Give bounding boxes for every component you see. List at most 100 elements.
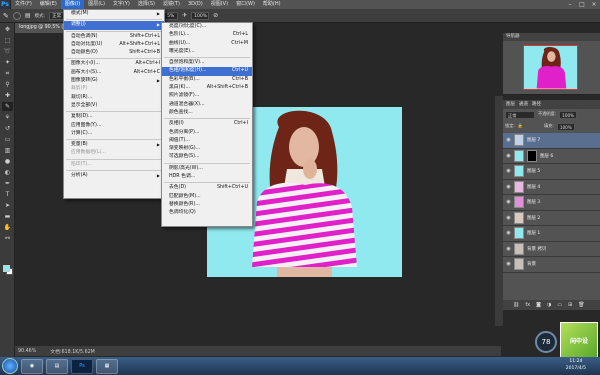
menu-item[interactable]: 自然饱和度(V)... (162, 59, 252, 67)
layer-name[interactable]: 图层 4 (527, 184, 540, 190)
eraser-tool-icon[interactable]: ▭ (2, 135, 13, 144)
layer-row[interactable]: ◉ 图层 6 (503, 149, 600, 164)
layer-name[interactable]: 图层 3 (527, 199, 540, 205)
taskbar-app-browser[interactable]: ◉ (21, 358, 43, 374)
airbrush-icon[interactable]: ✈ (182, 12, 187, 19)
shape-tool-icon[interactable]: ▬ (2, 212, 13, 221)
tab-channels[interactable]: 通道 (519, 100, 528, 109)
layer-thumbnail[interactable] (514, 227, 524, 240)
layer-fill-field[interactable]: 100% (556, 123, 575, 131)
history-brush-tool-icon[interactable]: ↺ (2, 124, 13, 133)
visibility-eye-icon[interactable]: ◉ (506, 153, 511, 159)
menu-item[interactable]: 显示全部(V) (64, 102, 164, 110)
menu-item[interactable]: 渐变映射(G)... (162, 145, 252, 153)
clone-stamp-tool-icon[interactable]: ⚘ (2, 113, 13, 122)
taskbar-app-explorer[interactable]: ▤ (46, 358, 68, 374)
menu-item[interactable]: 复制(D)... (64, 113, 164, 121)
tab-layers[interactable]: 图层 (506, 100, 515, 109)
menu-item[interactable]: 自动色调(N) Shift+Ctrl+L (64, 33, 164, 41)
navigator-tab[interactable]: 导航器 (503, 33, 600, 41)
visibility-eye-icon[interactable]: ◉ (506, 199, 511, 205)
menu-item[interactable]: 应用数据组(L)... (64, 149, 164, 157)
menu-5[interactable]: 选择(S) (134, 0, 159, 9)
menu-item[interactable]: 图像旋转(G) ▶ (64, 77, 164, 85)
layer-row[interactable]: ◉ 图层 7 (503, 133, 600, 149)
menu-item[interactable]: 去色(D) Shift+Ctrl+U (162, 184, 252, 192)
menu-item[interactable]: 画布大小(S)... Alt+Ctrl+C (64, 69, 164, 77)
menu-item[interactable]: 匹配颜色(M)... (162, 193, 252, 201)
zoom-level[interactable]: 90.46% (18, 349, 36, 354)
layer-name[interactable]: 图层 1 (527, 230, 540, 236)
menu-item[interactable]: HDR 色调... (162, 173, 252, 181)
menu-item[interactable]: 阈值(T)... (162, 137, 252, 145)
visibility-eye-icon[interactable]: ◉ (506, 246, 511, 252)
menu-item[interactable]: 色调均化(Q) (162, 209, 252, 217)
taskbar-app-other[interactable]: ▦ (96, 358, 118, 374)
layer-row[interactable]: ◉ 图层 5 (503, 164, 600, 180)
menu-4[interactable]: 文字(Y) (109, 0, 134, 9)
tab-paths[interactable]: 路径 (532, 100, 541, 109)
hand-tool-icon[interactable]: ✋ (2, 223, 13, 232)
menu-6[interactable]: 滤镜(T) (159, 0, 184, 9)
start-button[interactable] (2, 358, 18, 374)
layer-name[interactable]: 图层 5 (527, 168, 540, 174)
lock-icon[interactable]: 🔒 (518, 123, 523, 131)
menu-item[interactable]: 通道混合器(X)... (162, 101, 252, 109)
layer-row[interactable]: ◉ 背景 (503, 257, 600, 273)
menu-item[interactable]: 阴影/高光(W)... (162, 165, 252, 173)
type-tool-icon[interactable]: T (2, 190, 13, 199)
menu-item[interactable]: 颜色查找... (162, 109, 252, 117)
layer-thumbnail[interactable] (514, 211, 524, 224)
healing-brush-tool-icon[interactable]: ✚ (2, 91, 13, 100)
layer-style-icon[interactable]: fx (525, 302, 530, 308)
move-tool-icon[interactable]: ✥ (2, 25, 13, 34)
visibility-eye-icon[interactable]: ◉ (506, 230, 511, 236)
visibility-eye-icon[interactable]: ◉ (506, 184, 511, 190)
menu-item[interactable]: 曝光度(E)... (162, 48, 252, 56)
menu-item[interactable]: 模式(M) ▶ (64, 10, 164, 18)
crop-tool-icon[interactable]: ⌗ (2, 69, 13, 78)
menu-item[interactable]: 曲线(U)... Ctrl+M (162, 40, 252, 48)
menu-item[interactable]: 变量(B) ▶ (64, 141, 164, 149)
layer-thumbnail[interactable] (514, 196, 524, 209)
layer-row[interactable]: ◉ 背景 拷贝 (503, 242, 600, 257)
menu-item[interactable]: 色彩平衡(B)... Ctrl+B (162, 76, 252, 84)
menu-item[interactable]: 替换颜色(R)... (162, 201, 252, 209)
navigator-thumbnail[interactable] (523, 45, 578, 90)
menu-item[interactable]: 色阶(L)... Ctrl+L (162, 31, 252, 39)
smoothing-field[interactable]: 100% (191, 11, 210, 20)
menu-item[interactable]: 反相(I) Ctrl+I (162, 120, 252, 128)
menu-item[interactable]: 照片滤镜(F)... (162, 92, 252, 100)
layer-thumbnail[interactable] (514, 180, 524, 193)
layer-row[interactable]: ◉ 图层 2 (503, 211, 600, 226)
quick-select-tool-icon[interactable]: ✦ (2, 58, 13, 67)
zoom-tool-icon[interactable]: ⚯ (2, 234, 13, 243)
layer-thumbnail[interactable] (514, 242, 524, 255)
menu-item[interactable]: 裁剪(P) (64, 85, 164, 93)
layer-thumbnail[interactable] (514, 165, 524, 178)
gradient-tool-icon[interactable]: ▥ (2, 146, 13, 155)
menu-item[interactable]: 裁切(R)... (64, 94, 164, 102)
layer-name[interactable]: 图层 7 (527, 137, 540, 143)
brush-tool-icon[interactable]: ✎ (2, 102, 13, 111)
lasso-tool-icon[interactable]: ➰ (2, 47, 13, 56)
link-layers-icon[interactable]: ⛓ (513, 302, 519, 308)
menu-10[interactable]: 帮助(H) (259, 0, 285, 9)
visibility-eye-icon[interactable]: ◉ (506, 168, 511, 174)
menu-item[interactable]: 计算(C)... (64, 130, 164, 138)
close-button[interactable]: × (588, 0, 600, 9)
layer-row[interactable]: ◉ 图层 3 (503, 195, 600, 211)
brush-preset-picker[interactable] (12, 11, 21, 20)
foreground-color-swatch[interactable] (3, 265, 10, 272)
flow-field[interactable]: 5% (164, 11, 179, 20)
visibility-eye-icon[interactable]: ◉ (506, 137, 511, 143)
system-clock[interactable]: 11:24 2017/4/5 (566, 358, 586, 372)
path-select-tool-icon[interactable]: ➤ (2, 201, 13, 210)
menu-item[interactable]: 分析(A) ▶ (64, 172, 164, 180)
visibility-eye-icon[interactable]: ◉ (506, 215, 511, 221)
add-mask-icon[interactable]: ◙ (536, 302, 541, 308)
layer-opacity-field[interactable]: 100% (559, 111, 578, 119)
dodge-tool-icon[interactable]: ◐ (2, 168, 13, 177)
pressure-size-icon[interactable]: ⊘ (213, 12, 218, 19)
blend-mode-select[interactable]: 正常 (505, 111, 535, 119)
